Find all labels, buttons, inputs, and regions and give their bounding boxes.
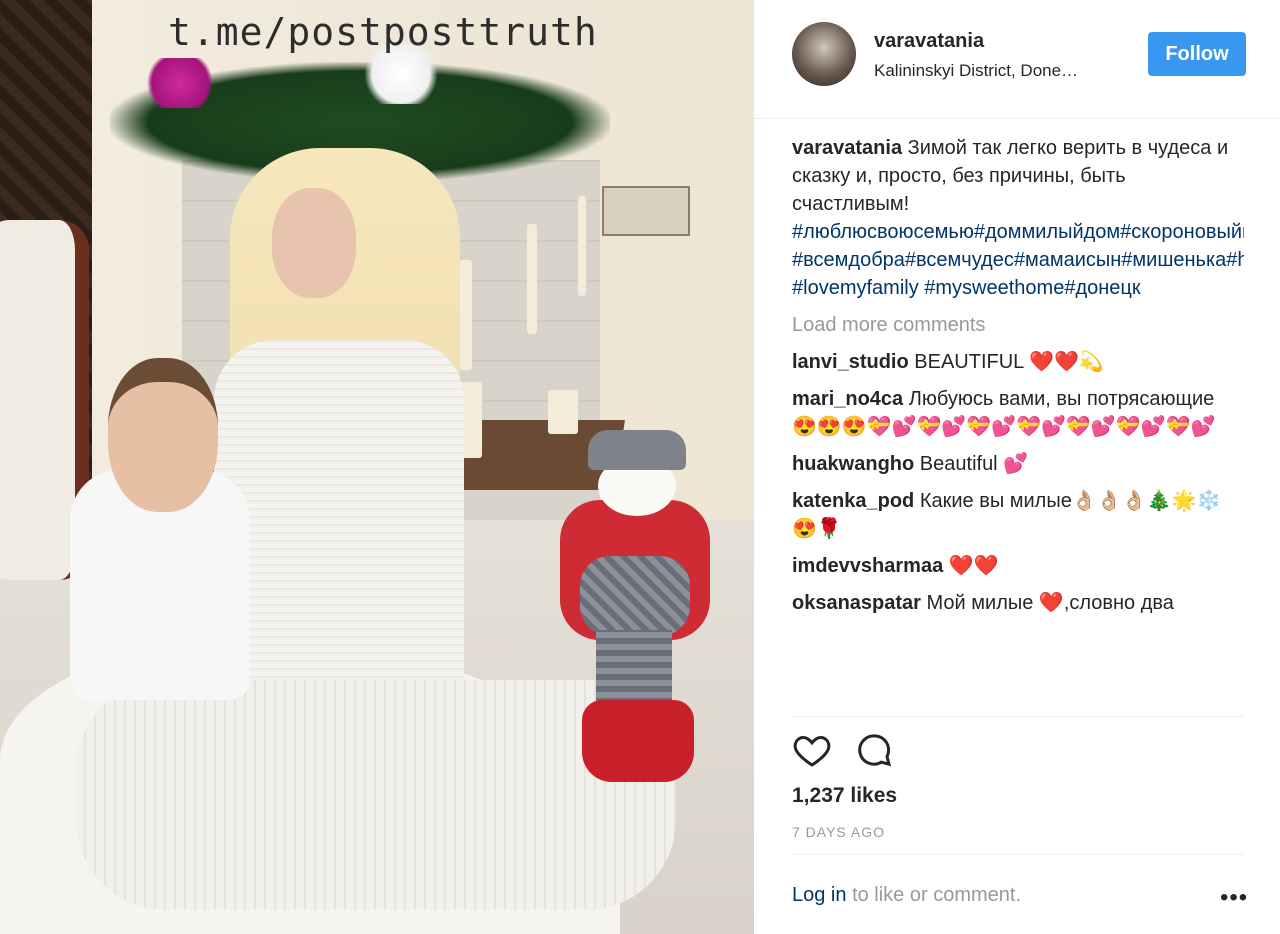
comment-username[interactable]: huakwangho [792, 453, 914, 475]
caption: varavatania Зимой так легко верить в чуд… [792, 134, 1244, 302]
post-sidebar: varavatania Kalininskyi District, Done… … [754, 0, 1280, 934]
comment-bubble-icon[interactable] [854, 730, 894, 770]
heart-icon[interactable] [792, 730, 832, 770]
comment-username[interactable]: mari_no4ca [792, 388, 903, 410]
comment-text: ❤️❤️ [948, 555, 999, 577]
header-location[interactable]: Kalininskyi District, Done… [874, 61, 1078, 81]
photo-woman-face [272, 188, 356, 298]
comment-text: BEAUTIFUL ❤️❤️💫 [914, 351, 1104, 373]
watermark-text: t.me/postposttruth [168, 10, 598, 54]
comment-item: lanvi_studio BEAUTIFUL ❤️❤️💫 [792, 348, 1244, 376]
photo-candle [527, 224, 537, 334]
photo-boy-head [108, 358, 218, 512]
photo-snowman-belly [580, 556, 690, 636]
avatar[interactable] [792, 22, 856, 86]
comment-username[interactable]: oksanaspatar [792, 592, 921, 614]
comment-item: oksanaspatar Мой милые ❤️,словно два [792, 589, 1244, 617]
divider [792, 716, 1244, 717]
photo-light-switch [602, 186, 690, 236]
photo-candle [460, 260, 472, 370]
divider [792, 854, 1244, 855]
login-prompt: Log in to like or comment. [792, 884, 1021, 907]
caption-username[interactable]: varavatania [792, 137, 902, 159]
comment-text: Beautiful 💕 [919, 453, 1029, 475]
comment-item: mari_no4ca Любуюсь вами, вы потрясающие … [792, 385, 1244, 441]
photo-woman-sweater [214, 340, 464, 700]
comments-list[interactable]: varavatania Зимой так легко верить в чуд… [792, 134, 1244, 716]
likes-count[interactable]: 1,237 likes [792, 784, 897, 808]
photo-candle [578, 196, 586, 296]
comment-text: Мой милые ❤️,словно два [926, 592, 1174, 614]
action-bar [792, 730, 1244, 774]
post-header: varavatania Kalininskyi District, Done… … [754, 0, 1280, 119]
more-options-icon[interactable]: ••• [1220, 884, 1248, 912]
login-prompt-text: to like or comment. [852, 884, 1022, 906]
post-photo[interactable]: t.me/postposttruth [0, 0, 754, 934]
comment-item: imdevvsharmaa ❤️❤️ [792, 552, 1244, 580]
load-more-comments-link[interactable]: Load more comments [792, 311, 1244, 339]
photo-snowman-legs [596, 630, 672, 710]
caption-hashtags[interactable]: #люблюсвоюсемью#доммилыйдом#скороновыйго… [792, 221, 1244, 299]
photo-snowman-hat [588, 430, 686, 470]
photo-candle [548, 390, 578, 434]
comment-username[interactable]: lanvi_studio [792, 351, 909, 373]
photo-pink-flower [140, 58, 220, 108]
header-username[interactable]: varavatania [874, 30, 984, 53]
comment-item: huakwangho Beautiful 💕 [792, 450, 1244, 478]
login-link[interactable]: Log in [792, 884, 847, 906]
photo-snowman-boots [582, 700, 694, 782]
comment-item: katenka_pod Какие вы милые👌🏼👌🏼👌🏼🎄🌟❄️😍🌹 [792, 487, 1244, 543]
comment-username[interactable]: katenka_pod [792, 490, 914, 512]
post-timestamp[interactable]: 7 DAYS AGO [792, 824, 885, 840]
follow-button[interactable]: Follow [1148, 32, 1246, 76]
comment-username[interactable]: imdevvsharmaa [792, 555, 943, 577]
